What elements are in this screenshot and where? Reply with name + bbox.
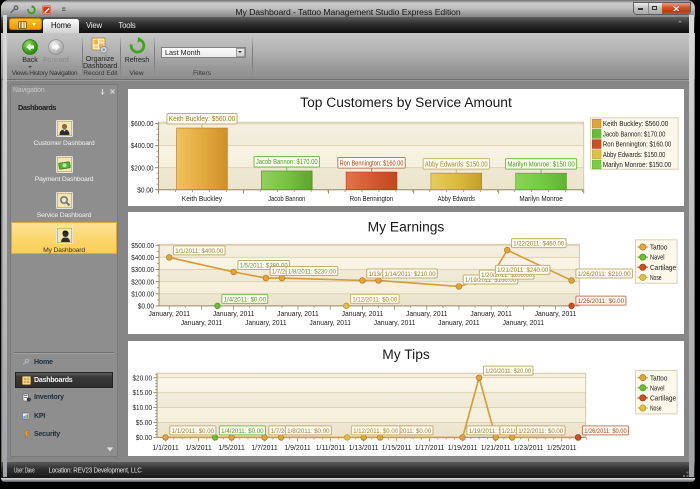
- svg-text:January, 2011: January, 2011: [374, 319, 416, 327]
- svg-text:1/22/2011: $0.00: 1/22/2011: $0.00: [518, 428, 563, 435]
- svg-text:Marilyn Monroe: $150.00: Marilyn Monroe: $150.00: [603, 160, 671, 169]
- svg-text:$0.00: $0.00: [137, 185, 153, 194]
- svg-text:1/3/2011: 1/3/2011: [185, 444, 211, 452]
- svg-text:1/4/2011: $0.00: 1/4/2011: $0.00: [224, 297, 267, 304]
- svg-text:January, 2011: January, 2011: [342, 310, 384, 318]
- svg-text:January, 2011: January, 2011: [503, 319, 545, 327]
- svg-text:Jacob Bannon: Jacob Bannon: [268, 194, 305, 203]
- svg-text:My Tips: My Tips: [382, 346, 430, 362]
- svg-text:January, 2011: January, 2011: [277, 310, 319, 318]
- svg-text:January, 2011: January, 2011: [535, 310, 577, 318]
- svg-text:Abby Edwards: $150.00: Abby Edwards: $150.00: [425, 161, 488, 168]
- svg-text:Abby Edwards: $150.00: Abby Edwards: $150.00: [603, 150, 665, 159]
- svg-text:1/23/2011: 1/23/2011: [514, 444, 544, 452]
- svg-text:Ron Bennington: $160.00: Ron Bennington: $160.00: [603, 140, 671, 149]
- svg-text:1/11/2011: 1/11/2011: [316, 444, 346, 452]
- svg-text:Navel: Navel: [650, 384, 665, 393]
- svg-text:1/7/2011: 1/7/2011: [251, 444, 277, 452]
- svg-text:1/5/2011: 1/5/2011: [218, 444, 244, 452]
- svg-text:Jacob Bannon: $170.00: Jacob Bannon: $170.00: [256, 159, 318, 166]
- svg-text:Top Customers by Service Amoun: Top Customers by Service Amount: [300, 94, 512, 110]
- svg-text:1/22/2011: $460.00: 1/22/2011: $460.00: [513, 241, 564, 248]
- svg-text:Cartilage: Cartilage: [650, 394, 676, 403]
- svg-text:$400.00: $400.00: [131, 141, 154, 150]
- svg-text:$15.00: $15.00: [133, 388, 153, 397]
- svg-text:$200.00: $200.00: [131, 278, 154, 287]
- svg-text:1/26/2011: $0.00: 1/26/2011: $0.00: [584, 428, 627, 435]
- svg-text:1/13/2011: 1/13/2011: [349, 444, 379, 452]
- svg-text:$200.00: $200.00: [131, 163, 154, 172]
- svg-text:$500.00: $500.00: [131, 241, 154, 250]
- svg-text:Ron Bennington: Ron Bennington: [350, 194, 393, 203]
- svg-text:1/9/2011: 1/9/2011: [284, 444, 310, 452]
- svg-text:January, 2011: January, 2011: [309, 319, 351, 327]
- svg-text:1/12/2011: $0.00: 1/12/2011: $0.00: [352, 297, 397, 304]
- svg-text:January, 2011: January, 2011: [181, 319, 223, 327]
- svg-text:$5.00: $5.00: [136, 418, 152, 427]
- svg-text:Jacob Bannon: $170.00: Jacob Bannon: $170.00: [603, 129, 665, 138]
- svg-text:January, 2011: January, 2011: [406, 310, 448, 318]
- svg-text:$0.00: $0.00: [138, 302, 154, 311]
- svg-text:Keith Buckley: $560.00: Keith Buckley: $560.00: [603, 119, 668, 128]
- svg-text:$20.00: $20.00: [133, 374, 153, 383]
- svg-text:Keith Buckley: $560.00: Keith Buckley: $560.00: [169, 116, 236, 123]
- svg-text:1/1/2011: 1/1/2011: [152, 444, 178, 452]
- svg-text:1/21/2011: 1/21/2011: [481, 444, 511, 452]
- svg-text:1/17/2011: 1/17/2011: [415, 444, 445, 452]
- svg-text:January, 2011: January, 2011: [213, 310, 255, 318]
- svg-text:Nose: Nose: [650, 404, 662, 413]
- svg-text:$600.00: $600.00: [131, 119, 154, 128]
- svg-text:Cartilage: Cartilage: [650, 263, 676, 272]
- svg-text:Tattoo: Tattoo: [650, 374, 667, 383]
- svg-text:1/8/2011: $230.00: 1/8/2011: $230.00: [288, 269, 336, 276]
- svg-text:Keith Buckley: Keith Buckley: [182, 194, 223, 203]
- svg-text:1/15/2011: 1/15/2011: [382, 444, 412, 452]
- svg-text:My Earnings: My Earnings: [368, 219, 445, 235]
- svg-text:1/26/2011: $0.00: 1/26/2011: $0.00: [578, 298, 625, 305]
- svg-text:Marilyn Monroe: $150.00: Marilyn Monroe: $150.00: [507, 161, 575, 168]
- svg-text:1/20/2011: $20.00: 1/20/2011: $20.00: [485, 368, 531, 375]
- svg-text:1/1/2011: $400.00: 1/1/2011: $400.00: [175, 248, 223, 255]
- svg-text:1/1/2011: $0.00: 1/1/2011: $0.00: [172, 428, 215, 435]
- svg-text:1/12/2011: $0.00: 1/12/2011: $0.00: [353, 428, 398, 435]
- svg-text:1/8/2011: $0.00: 1/8/2011: $0.00: [287, 428, 330, 435]
- svg-text:Tattoo: Tattoo: [650, 243, 667, 252]
- svg-text:Abby Edwards: Abby Edwards: [438, 194, 475, 203]
- svg-text:January, 2011: January, 2011: [148, 310, 190, 318]
- svg-text:1/26/2011: $210.00: 1/26/2011: $210.00: [578, 271, 631, 278]
- svg-text:Nose: Nose: [650, 273, 662, 282]
- svg-text:Navel: Navel: [650, 253, 665, 262]
- svg-text:1/21/2011: $240.00: 1/21/2011: $240.00: [497, 268, 548, 275]
- svg-text:$300.00: $300.00: [131, 265, 154, 274]
- svg-text:1/25/2011: 1/25/2011: [547, 444, 577, 452]
- svg-text:$0.00: $0.00: [136, 433, 152, 442]
- svg-text:January, 2011: January, 2011: [245, 319, 287, 327]
- svg-text:January, 2011: January, 2011: [438, 319, 480, 327]
- svg-text:$10.00: $10.00: [133, 403, 153, 412]
- svg-text:$100.00: $100.00: [131, 290, 154, 299]
- svg-text:Marilyn Monroe: Marilyn Monroe: [519, 194, 562, 203]
- svg-text:$400.00: $400.00: [131, 253, 154, 262]
- svg-text:1/4/2011: $0.00: 1/4/2011: $0.00: [221, 428, 264, 435]
- svg-text:Ron Bennington: $160.00: Ron Bennington: $160.00: [340, 160, 404, 167]
- svg-text:1/14/2011: $210.00: 1/14/2011: $210.00: [385, 271, 436, 278]
- svg-text:1/19/2011: 1/19/2011: [448, 444, 478, 452]
- svg-text:January, 2011: January, 2011: [470, 310, 512, 318]
- svg-text:User: Dave: User: Dave: [14, 467, 35, 474]
- svg-text:Location: REV23 Development, L: Location: REV23 Development, LLC: [49, 467, 142, 474]
